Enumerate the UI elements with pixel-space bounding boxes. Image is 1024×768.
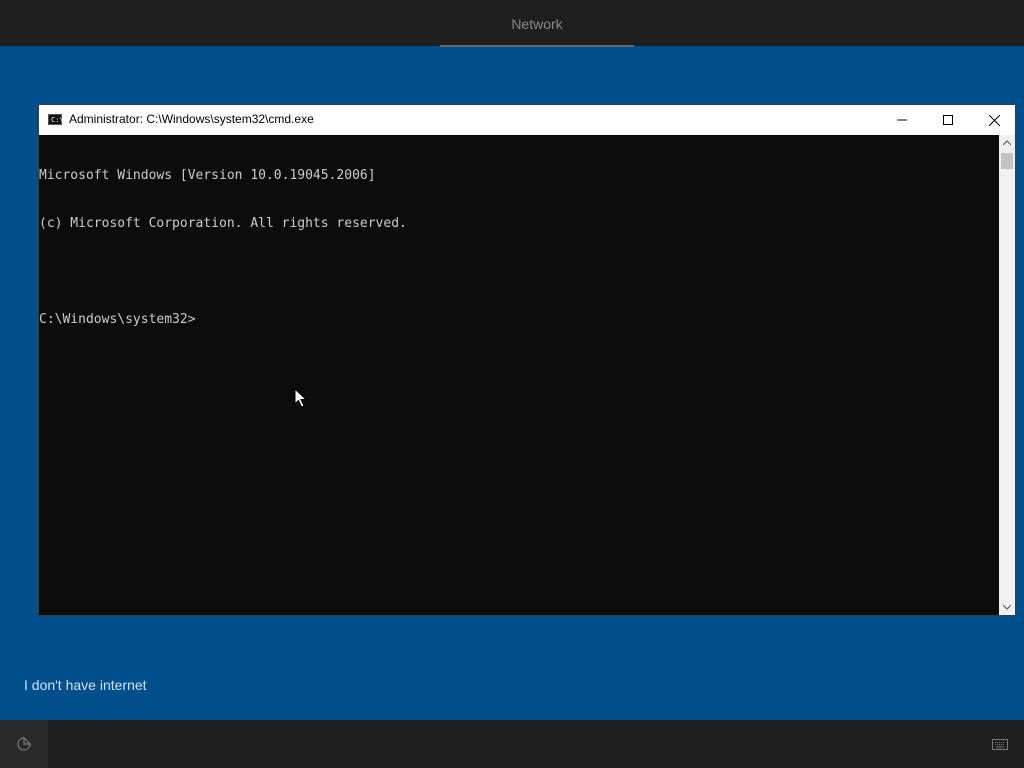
minimize-button[interactable]	[879, 105, 925, 135]
cmd-app-icon-glyph: C:\	[51, 116, 64, 124]
chevron-up-icon	[1003, 140, 1011, 146]
scroll-down-button[interactable]	[999, 599, 1015, 615]
cmd-app-icon: C:\	[48, 114, 64, 125]
scroll-up-button[interactable]	[999, 135, 1015, 151]
mouse-pointer-icon	[294, 388, 308, 408]
oobe-bottom-bar	[0, 720, 1024, 768]
close-icon	[988, 114, 1000, 126]
tab-underline	[440, 45, 634, 47]
cmd-window[interactable]: C:\ Administrator: C:\Windows\system32\c…	[38, 104, 1016, 616]
console-prompt[interactable]: C:\Windows\system32>	[39, 312, 999, 328]
console-output[interactable]: Microsoft Windows [Version 10.0.19045.20…	[39, 135, 999, 616]
keyboard-button[interactable]	[990, 736, 1010, 752]
maximize-button[interactable]	[925, 105, 971, 135]
chevron-down-icon	[1003, 604, 1011, 610]
keyboard-icon	[992, 738, 1008, 750]
no-internet-link[interactable]: I don't have internet	[24, 677, 147, 693]
console-line: Microsoft Windows [Version 10.0.19045.20…	[39, 168, 376, 183]
minimize-icon	[897, 119, 907, 121]
scroll-thumb[interactable]	[1001, 153, 1013, 169]
ease-of-access-button[interactable]	[0, 720, 48, 768]
tab-network: Network	[511, 16, 563, 32]
cmd-window-title: Administrator: C:\Windows\system32\cmd.e…	[69, 112, 314, 126]
vertical-scrollbar[interactable]	[999, 135, 1015, 615]
cmd-titlebar[interactable]: C:\ Administrator: C:\Windows\system32\c…	[39, 105, 1015, 135]
console-line: (c) Microsoft Corporation. All rights re…	[39, 216, 407, 231]
maximize-icon	[943, 115, 953, 125]
close-button[interactable]	[971, 105, 1017, 135]
ease-of-access-icon	[17, 736, 32, 751]
oobe-top-bar: Network	[0, 0, 1024, 47]
